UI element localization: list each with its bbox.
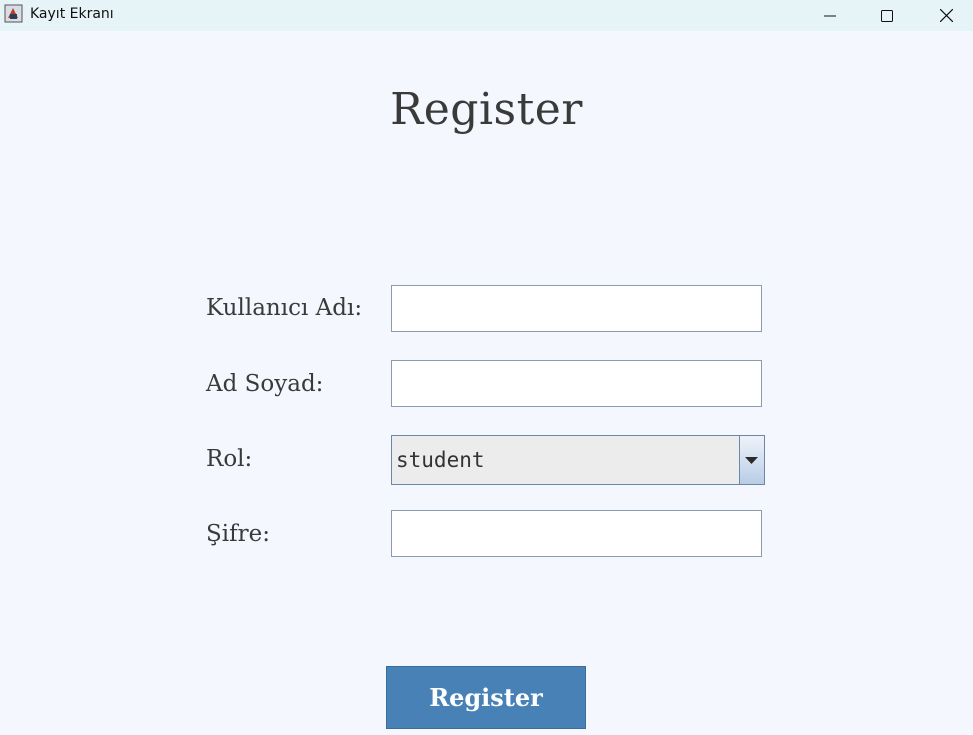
maximize-button[interactable]	[858, 0, 916, 31]
java-app-icon	[4, 4, 23, 23]
register-button[interactable]: Register	[386, 666, 586, 729]
password-label: Şifre:	[206, 521, 270, 547]
maximize-icon	[881, 9, 893, 22]
fullname-label: Ad Soyad:	[206, 371, 324, 397]
username-input[interactable]	[391, 285, 762, 332]
password-input[interactable]	[391, 510, 762, 557]
chevron-down-icon	[745, 457, 758, 464]
window-title: Kayıt Ekranı	[30, 6, 114, 22]
page-title: Register	[390, 84, 583, 135]
window-titlebar: Kayıt Ekranı	[0, 0, 973, 31]
role-label: Rol:	[206, 446, 253, 472]
close-icon	[939, 9, 953, 22]
close-button[interactable]	[917, 0, 973, 31]
role-select[interactable]: student	[391, 435, 765, 485]
minimize-icon	[824, 15, 836, 16]
username-label: Kullanıcı Adı:	[206, 295, 363, 321]
role-dropdown-button[interactable]	[739, 436, 764, 484]
minimize-button[interactable]	[801, 0, 859, 31]
role-selected-value: student	[396, 448, 485, 472]
fullname-input[interactable]	[391, 360, 762, 407]
